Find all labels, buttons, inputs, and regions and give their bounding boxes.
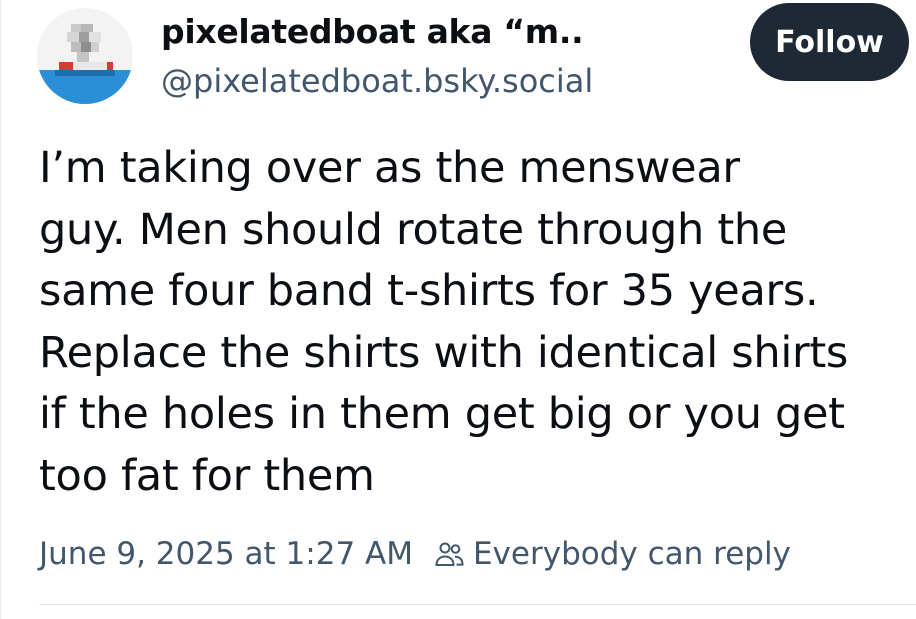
people-icon <box>433 538 465 570</box>
post-text-line: if the holes in them get big or you get <box>39 389 845 439</box>
avatar[interactable] <box>37 8 133 104</box>
post-card: pixelatedboat aka “m.. @pixelatedboat.bs… <box>0 0 916 619</box>
post-timestamp[interactable]: June 9, 2025 at 1:27 AM <box>39 536 413 572</box>
post-text-line: Replace the shirts with identical shirts <box>39 327 849 378</box>
post-text-line: same four band t-shirts for 35 years. <box>39 266 819 316</box>
post-text-line: I’m taking over as the menswear <box>39 143 740 193</box>
divider <box>39 604 916 605</box>
author-display-name[interactable]: pixelatedboat aka “m.. <box>161 12 584 51</box>
post-text-line: too fat for them <box>39 450 375 501</box>
follow-button[interactable]: Follow <box>750 3 909 81</box>
post-meta: June 9, 2025 at 1:27 AM Everybody can re… <box>39 536 791 572</box>
author-handle[interactable]: @pixelatedboat.bsky.social <box>161 62 593 100</box>
pixelated-boat-avatar-icon <box>37 8 133 104</box>
post-text-line: guy. Men should rotate through the <box>39 204 788 255</box>
post-text: I’m taking over as the menswear guy. Men… <box>39 138 911 507</box>
reply-setting[interactable]: Everybody can reply <box>473 536 791 572</box>
